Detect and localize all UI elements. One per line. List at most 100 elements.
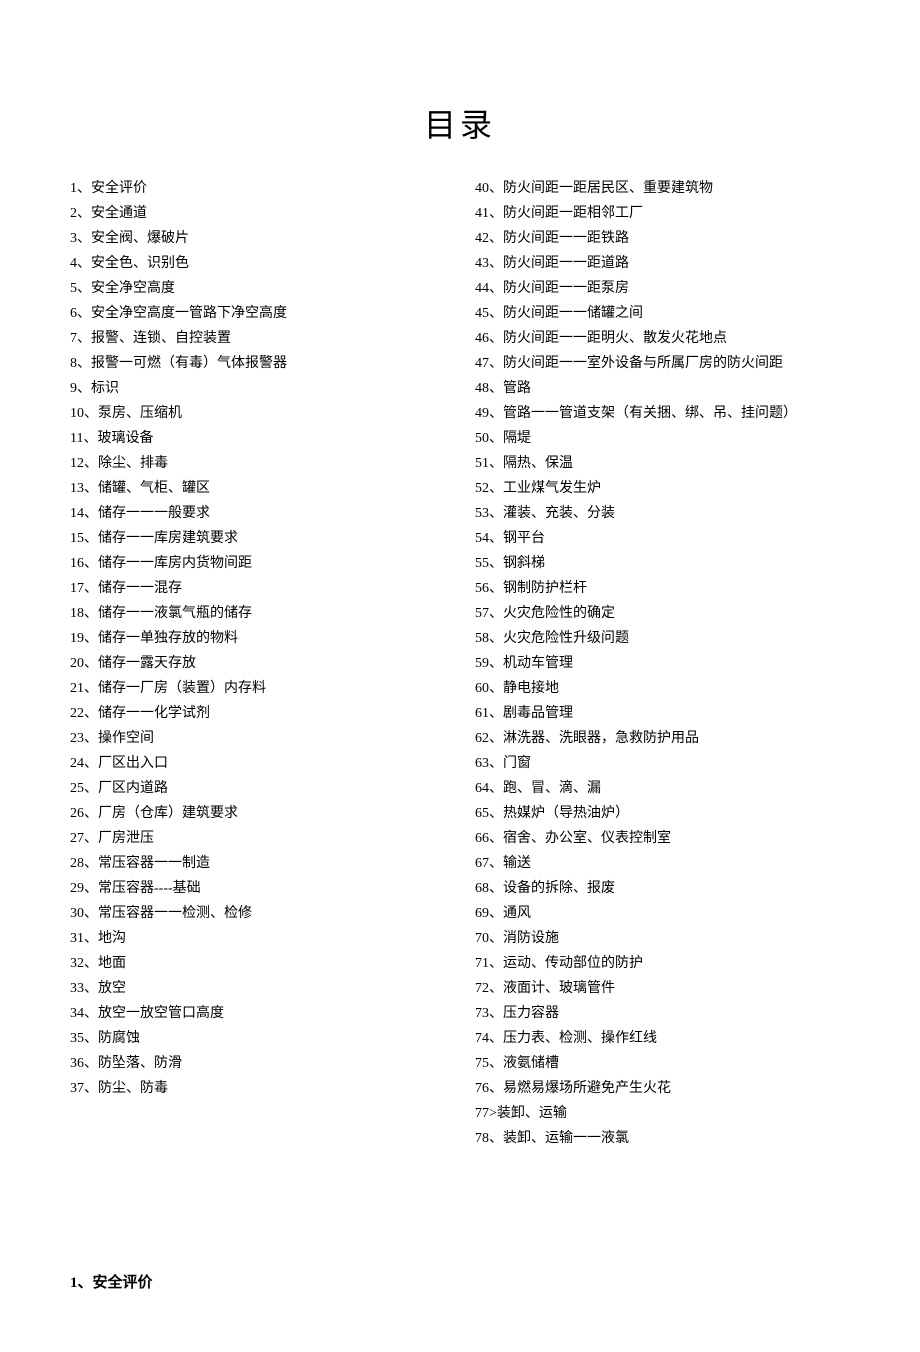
toc-item-label: 隔热、保温 <box>503 456 573 471</box>
toc-item-number: 32 <box>70 956 84 971</box>
toc-item-separator: 、 <box>84 981 98 996</box>
toc-item: 58、火灾危险性升级问题 <box>475 626 850 651</box>
toc-item: 68、设备的拆除、报废 <box>475 876 850 901</box>
toc-item-separator: 、 <box>489 556 503 571</box>
toc-item-number: 69 <box>475 906 489 921</box>
toc-item-label: 储存一一库房内货物间距 <box>98 556 252 571</box>
toc-item-separator: 、 <box>489 456 503 471</box>
toc-item-separator: 、 <box>489 581 503 596</box>
toc-item-separator: 、 <box>84 581 98 596</box>
toc-item-separator: 、 <box>489 956 503 971</box>
toc-item-separator: 、 <box>489 531 503 546</box>
toc-item-label: 钢斜梯 <box>503 556 545 571</box>
toc-item-label: 宿舍、办公室、仪表控制室 <box>503 831 671 846</box>
toc-item: 8、报警一可燃（有毒）气体报警器 <box>70 351 445 376</box>
toc-item: 14、储存一一一般要求 <box>70 501 445 526</box>
toc-item-number: 6 <box>70 306 77 321</box>
toc-item-separator: 、 <box>84 1031 98 1046</box>
toc-item: 26、厂房（仓库）建筑要求 <box>70 801 445 826</box>
toc-item-number: 66 <box>475 831 489 846</box>
toc-item-separator: 、 <box>489 981 503 996</box>
toc-item-separator: 、 <box>489 856 503 871</box>
toc-item: 21、储存一厂房（装置）内存料 <box>70 676 445 701</box>
toc-item: 43、防火间距一一距道路 <box>475 251 850 276</box>
toc-item-number: 53 <box>475 506 489 521</box>
toc-item-separator: 、 <box>84 481 98 496</box>
toc-item-label: 防火间距一一距道路 <box>503 256 629 271</box>
toc-item-label: 储存一单独存放的物料 <box>98 631 238 646</box>
toc-item-label: 防火间距一一储罐之间 <box>503 306 643 321</box>
toc-item-separator: 、 <box>77 356 91 371</box>
toc-item-label: 储罐、气柜、罐区 <box>98 481 210 496</box>
toc-item-number: 78 <box>475 1131 489 1146</box>
toc-item-number: 52 <box>475 481 489 496</box>
toc-item-number: 29 <box>70 881 84 896</box>
toc-item: 37、防尘、防毒 <box>70 1076 445 1101</box>
toc-item-number: 25 <box>70 781 84 796</box>
toc-item-separator: 、 <box>489 381 503 396</box>
toc-item: 18、储存一一液氯气瓶的储存 <box>70 601 445 626</box>
toc-item-label: 厂区内道路 <box>98 781 168 796</box>
toc-item-number: 54 <box>475 531 489 546</box>
toc-item-label: 消防设施 <box>503 931 559 946</box>
toc-item: 77>装卸、运输 <box>475 1101 850 1126</box>
toc-item-label: 厂房（仓库）建筑要求 <box>98 806 238 821</box>
toc-item-label: 液面计、玻璃管件 <box>503 981 615 996</box>
toc-item-number: 3 <box>70 231 77 246</box>
toc-item-number: 63 <box>475 756 489 771</box>
toc-item-number: 1 <box>70 181 77 196</box>
toc-item: 78、装卸、运输一一液氯 <box>475 1126 850 1151</box>
toc-item-number: 61 <box>475 706 489 721</box>
toc-item-separator: 、 <box>84 1081 98 1096</box>
toc-item: 47、防火间距一一室外设备与所属厂房的防火间距 <box>475 351 850 376</box>
toc-item: 15、储存一一库房建筑要求 <box>70 526 445 551</box>
toc-item-label: 剧毒品管理 <box>503 706 573 721</box>
toc-item-separator: 、 <box>489 1081 503 1096</box>
toc-item-number: 15 <box>70 531 84 546</box>
toc-item-number: 35 <box>70 1031 84 1046</box>
toc-item-separator: 、 <box>83 431 97 446</box>
toc-item-separator: 、 <box>84 831 98 846</box>
toc-item-number: 55 <box>475 556 489 571</box>
toc-item-separator: 、 <box>77 381 91 396</box>
toc-item-separator: 、 <box>84 456 98 471</box>
toc-item-separator: 、 <box>489 706 503 721</box>
toc-item-label: 钢制防护栏杆 <box>503 581 587 596</box>
toc-item: 32、地面 <box>70 951 445 976</box>
toc-item: 42、防火间距一一距铁路 <box>475 226 850 251</box>
toc-item-label: 储存一厂房（装置）内存料 <box>98 681 266 696</box>
toc-item-label: 钢平台 <box>503 531 545 546</box>
toc-item-number: 18 <box>70 606 84 621</box>
toc-item: 69、通风 <box>475 901 850 926</box>
toc-item-label: 安全评价 <box>91 181 147 196</box>
toc-item: 57、火灾危险性的确定 <box>475 601 850 626</box>
toc-item: 62、淋洗器、洗眼器，急救防护用品 <box>475 726 850 751</box>
toc-item: 56、钢制防护栏杆 <box>475 576 850 601</box>
toc-item-label: 防火间距一一距铁路 <box>503 231 629 246</box>
toc-item-separator: 、 <box>84 681 98 696</box>
toc-item-label: 地面 <box>98 956 126 971</box>
toc-item-label: 常压容器----基础 <box>98 881 201 896</box>
toc-item-separator: 、 <box>77 281 91 296</box>
toc-item: 61、剧毒品管理 <box>475 701 850 726</box>
toc-item-label: 常压容器一一检测、检修 <box>98 906 252 921</box>
toc-item: 67、输送 <box>475 851 850 876</box>
toc-item: 29、常压容器----基础 <box>70 876 445 901</box>
toc-item-label: 防火间距一一室外设备与所属厂房的防火间距 <box>503 356 783 371</box>
toc-item-separator: 、 <box>489 356 503 371</box>
toc-item-number: 4 <box>70 256 77 271</box>
toc-item-label: 储存一露天存放 <box>98 656 196 671</box>
toc-item-number: 24 <box>70 756 84 771</box>
toc-item-label: 装卸、运输 <box>497 1106 567 1121</box>
toc-item-number: 72 <box>475 981 489 996</box>
toc-item-number: 31 <box>70 931 84 946</box>
toc-column-left: 1、安全评价2、安全通道3、安全阀、爆破片4、安全色、识别色5、安全净空高度6、… <box>70 176 445 1151</box>
toc-item-label: 防腐蚀 <box>98 1031 140 1046</box>
toc-item-separator: 、 <box>84 556 98 571</box>
toc-item-label: 储存一一一般要求 <box>98 506 210 521</box>
toc-item-label: 装卸、运输一一液氯 <box>503 1131 629 1146</box>
toc-item: 64、跑、冒、滴、漏 <box>475 776 850 801</box>
toc-item-label: 储存一一混存 <box>98 581 182 596</box>
toc-item-label: 报警、连锁、自控装置 <box>91 331 231 346</box>
toc-item-separator: 、 <box>489 1056 503 1071</box>
